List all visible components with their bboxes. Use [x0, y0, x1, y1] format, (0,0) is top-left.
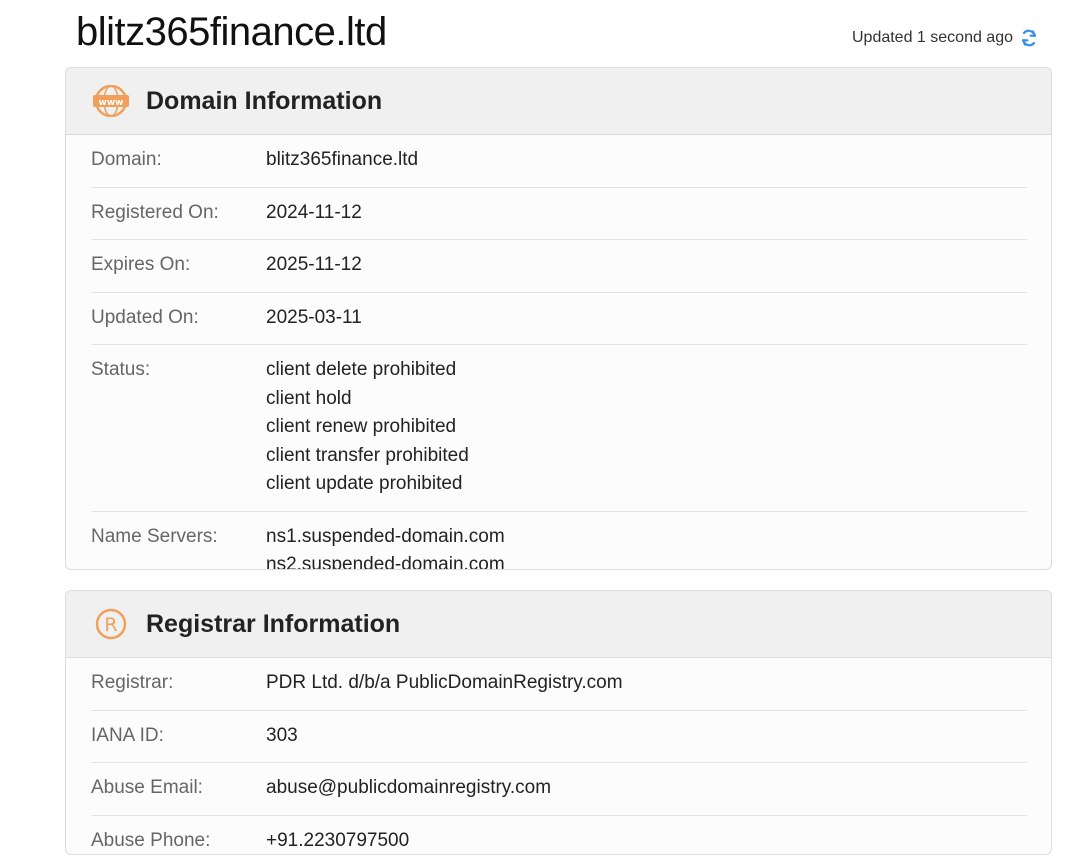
domain-information-card: www Domain Information Domain: blitz365fi…	[65, 67, 1052, 570]
row-value-line: client transfer prohibited	[266, 444, 469, 466]
www-icon: www	[92, 82, 130, 120]
row-value-line: client delete prohibited	[266, 359, 457, 380]
page-title: blitz365finance.ltd	[76, 10, 387, 54]
refresh-icon[interactable]	[1019, 28, 1039, 48]
info-row: Domain: blitz365finance.ltd	[91, 135, 1027, 188]
row-value: client delete prohibited client hold clien…	[266, 356, 469, 499]
row-value: +91.2230797500	[266, 827, 410, 855]
row-value-line: ns1.suspended-domain.com	[266, 525, 505, 547]
info-row: Abuse Email: abuse@publicdomainregistry.c…	[91, 763, 1027, 816]
registrar-information-header: R Registrar Information	[66, 591, 1051, 658]
row-value-line: ns2.suspended-domain.com	[266, 554, 505, 570]
row-label: Abuse Phone:	[91, 829, 211, 851]
row-value-line: 2024-11-12	[266, 201, 362, 223]
row-value: 2025-11-12	[266, 251, 362, 280]
row-value: ns1.suspended-domain.com ns2.suspended-do…	[266, 523, 505, 570]
svg-text:R: R	[104, 614, 117, 636]
row-value-line: client renew prohibited	[266, 416, 457, 437]
row-value-line: 2025-03-11	[266, 306, 362, 328]
row-value: 2024-11-12	[266, 199, 362, 228]
domain-information-rows: Domain: blitz365finance.ltd Registered On:…	[66, 135, 1051, 570]
info-row: Registered On: 2024-11-12	[91, 188, 1027, 240]
info-row: IANA ID: 303	[91, 711, 1027, 763]
info-row: Abuse Phone: +91.2230797500	[91, 816, 1027, 855]
row-value-line: PDR Ltd. d/b/a PublicDomainRegistry.com	[266, 672, 623, 693]
info-row: Status: client delete prohibited client ho…	[91, 345, 1027, 512]
info-row: Registrar: PDR Ltd. d/b/a PublicDomainReg…	[91, 658, 1027, 711]
registrar-information-card: R Registrar Information Registrar: PDR Lt…	[65, 590, 1052, 855]
row-label: Status:	[91, 359, 151, 380]
row-label: Registrar:	[91, 672, 174, 693]
registrar-information-rows: Registrar: PDR Ltd. d/b/a PublicDomainReg…	[66, 658, 1051, 855]
row-value-line: +91.2230797500	[266, 829, 410, 851]
row-value-line: 303	[266, 724, 298, 746]
row-label: Domain:	[91, 149, 162, 170]
row-value: abuse@publicdomainregistry.com	[266, 774, 551, 803]
row-value-line: client hold	[266, 387, 352, 409]
row-value-line: 2025-11-12	[266, 254, 362, 275]
domain-information-header: www Domain Information	[66, 68, 1051, 135]
info-row: Updated On: 2025-03-11	[91, 293, 1027, 345]
row-value-line: abuse@publicdomainregistry.com	[266, 777, 552, 798]
row-label: Abuse Email:	[91, 777, 203, 798]
info-row: Expires On: 2025-11-12	[91, 240, 1027, 293]
row-label: Expires On:	[91, 254, 191, 275]
row-value: 2025-03-11	[266, 304, 362, 333]
row-label: IANA ID:	[91, 724, 164, 746]
row-value: PDR Ltd. d/b/a PublicDomainRegistry.com	[266, 669, 623, 698]
row-value-line: blitz365finance.ltd	[266, 149, 419, 170]
row-label: Registered On:	[91, 201, 219, 223]
row-label: Name Servers:	[91, 525, 218, 547]
row-value: blitz365finance.ltd	[266, 146, 418, 175]
registered-icon: R	[92, 605, 130, 643]
row-value-line: client update prohibited	[266, 473, 463, 494]
update-status: Updated 1 second ago	[852, 28, 1039, 48]
row-value: 303	[266, 722, 298, 751]
registrar-information-title: Registrar Information	[146, 609, 401, 638]
page-header: blitz365finance.ltd Updated 1 second ago	[0, 0, 1073, 66]
svg-text:www: www	[99, 98, 124, 108]
updated-text: Updated 1 second ago	[851, 29, 1013, 46]
row-label: Updated On:	[91, 306, 199, 328]
page: blitz365finance.ltd Updated 1 second ago	[0, 0, 1073, 866]
info-row: Name Servers: ns1.suspended-domain.com ns2…	[91, 512, 1027, 570]
domain-information-title: Domain Information	[146, 86, 383, 115]
